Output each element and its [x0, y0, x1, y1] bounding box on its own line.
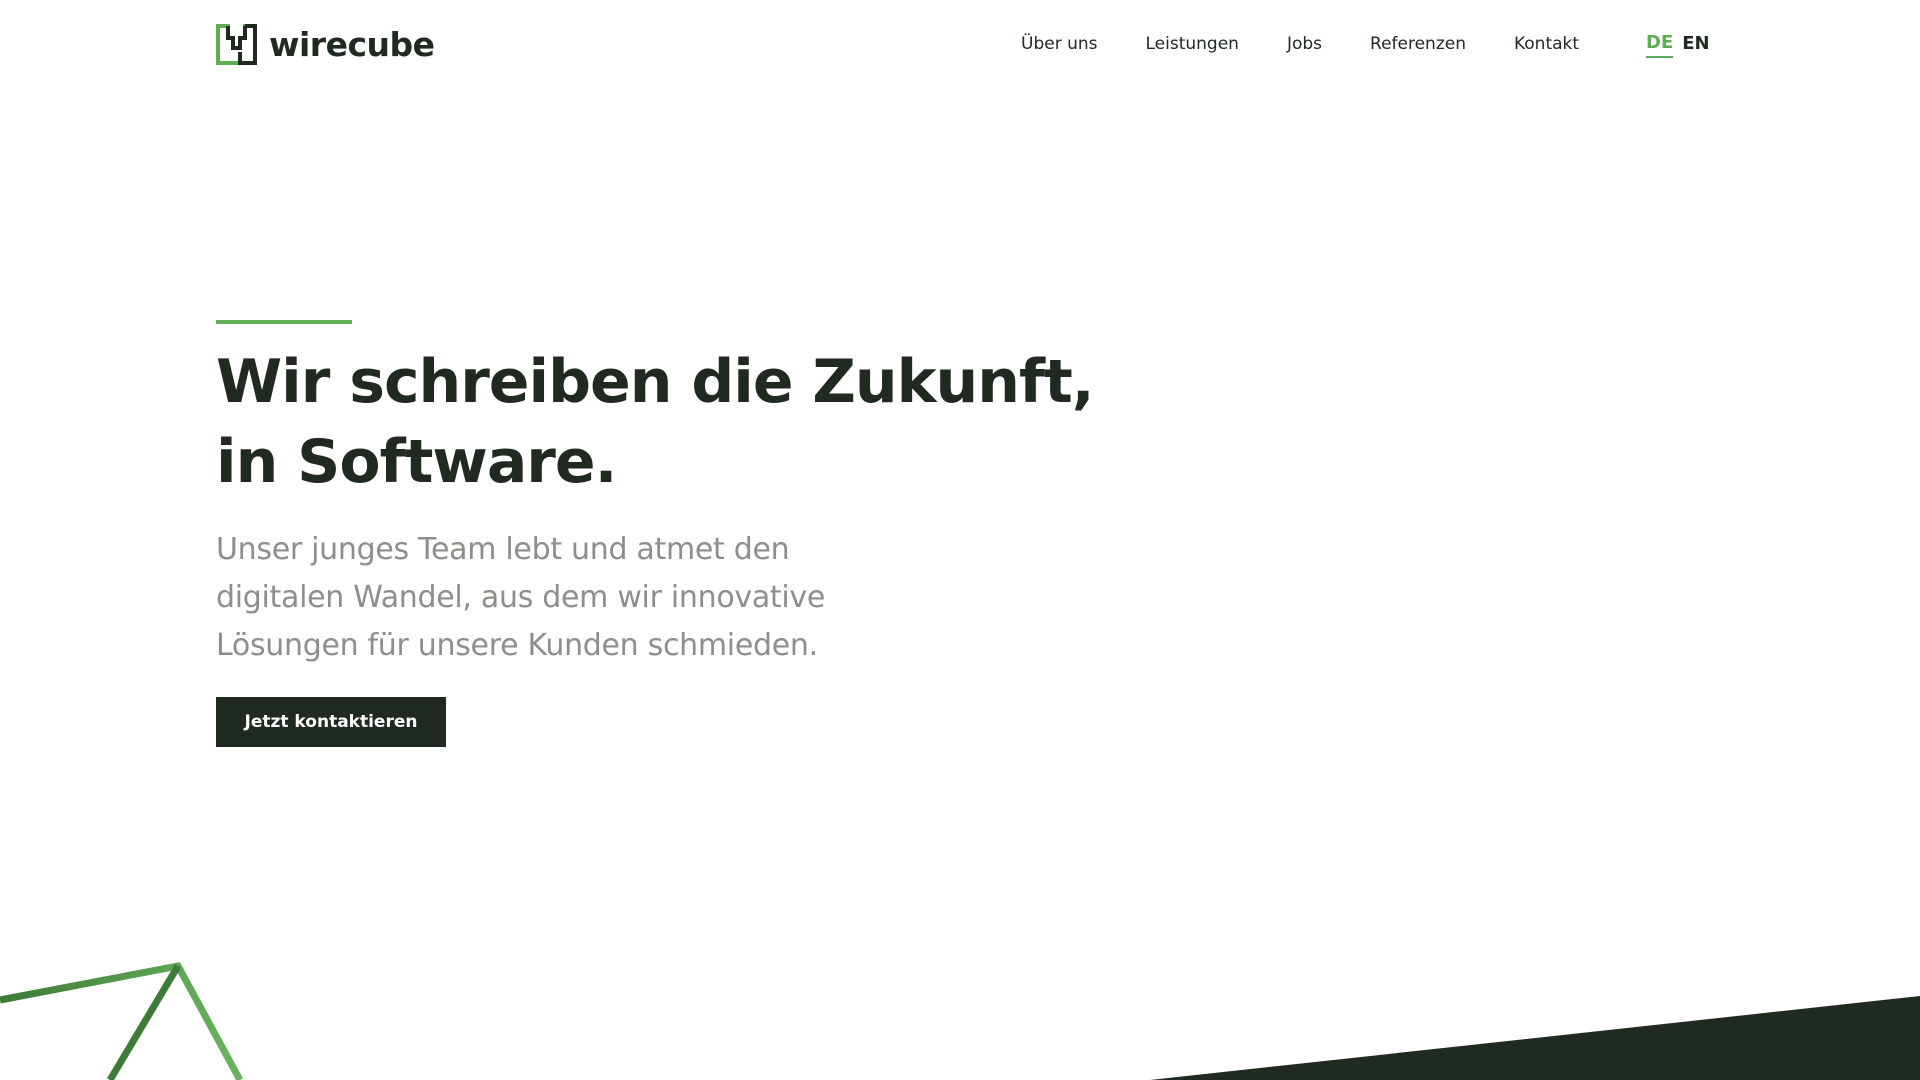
- nav-item-referenzen[interactable]: Referenzen: [1370, 32, 1466, 56]
- contact-cta-button[interactable]: Jetzt kontaktieren: [216, 697, 446, 747]
- language-switcher: DE EN: [1646, 31, 1710, 58]
- hero-subtitle: Unser junges Team lebt und atmet den dig…: [216, 532, 826, 663]
- language-option-de[interactable]: DE: [1646, 31, 1674, 58]
- site-header: wirecube Über uns Leistungen Jobs Refere…: [0, 0, 1920, 88]
- main-nav: Über uns Leistungen Jobs Referenzen Kont…: [1021, 32, 1579, 56]
- nav-item-kontakt[interactable]: Kontakt: [1514, 32, 1579, 56]
- hero-accent-line: [216, 320, 352, 324]
- hero-title: Wir schreiben die Zukunft, in Software.: [216, 347, 1095, 497]
- page: wirecube Über uns Leistungen Jobs Refere…: [0, 0, 1920, 1080]
- green-triangle-outline: [0, 962, 244, 1080]
- wirecube-logo-icon: [216, 24, 257, 65]
- nav-item-ueber-uns[interactable]: Über uns: [1021, 32, 1098, 56]
- dark-sloped-band: [1150, 996, 1920, 1080]
- logo-link[interactable]: wirecube: [216, 24, 435, 65]
- nav-item-jobs[interactable]: Jobs: [1287, 32, 1322, 56]
- nav-item-leistungen[interactable]: Leistungen: [1146, 32, 1239, 56]
- brand-name: wirecube: [269, 25, 435, 64]
- language-option-en[interactable]: EN: [1682, 32, 1709, 56]
